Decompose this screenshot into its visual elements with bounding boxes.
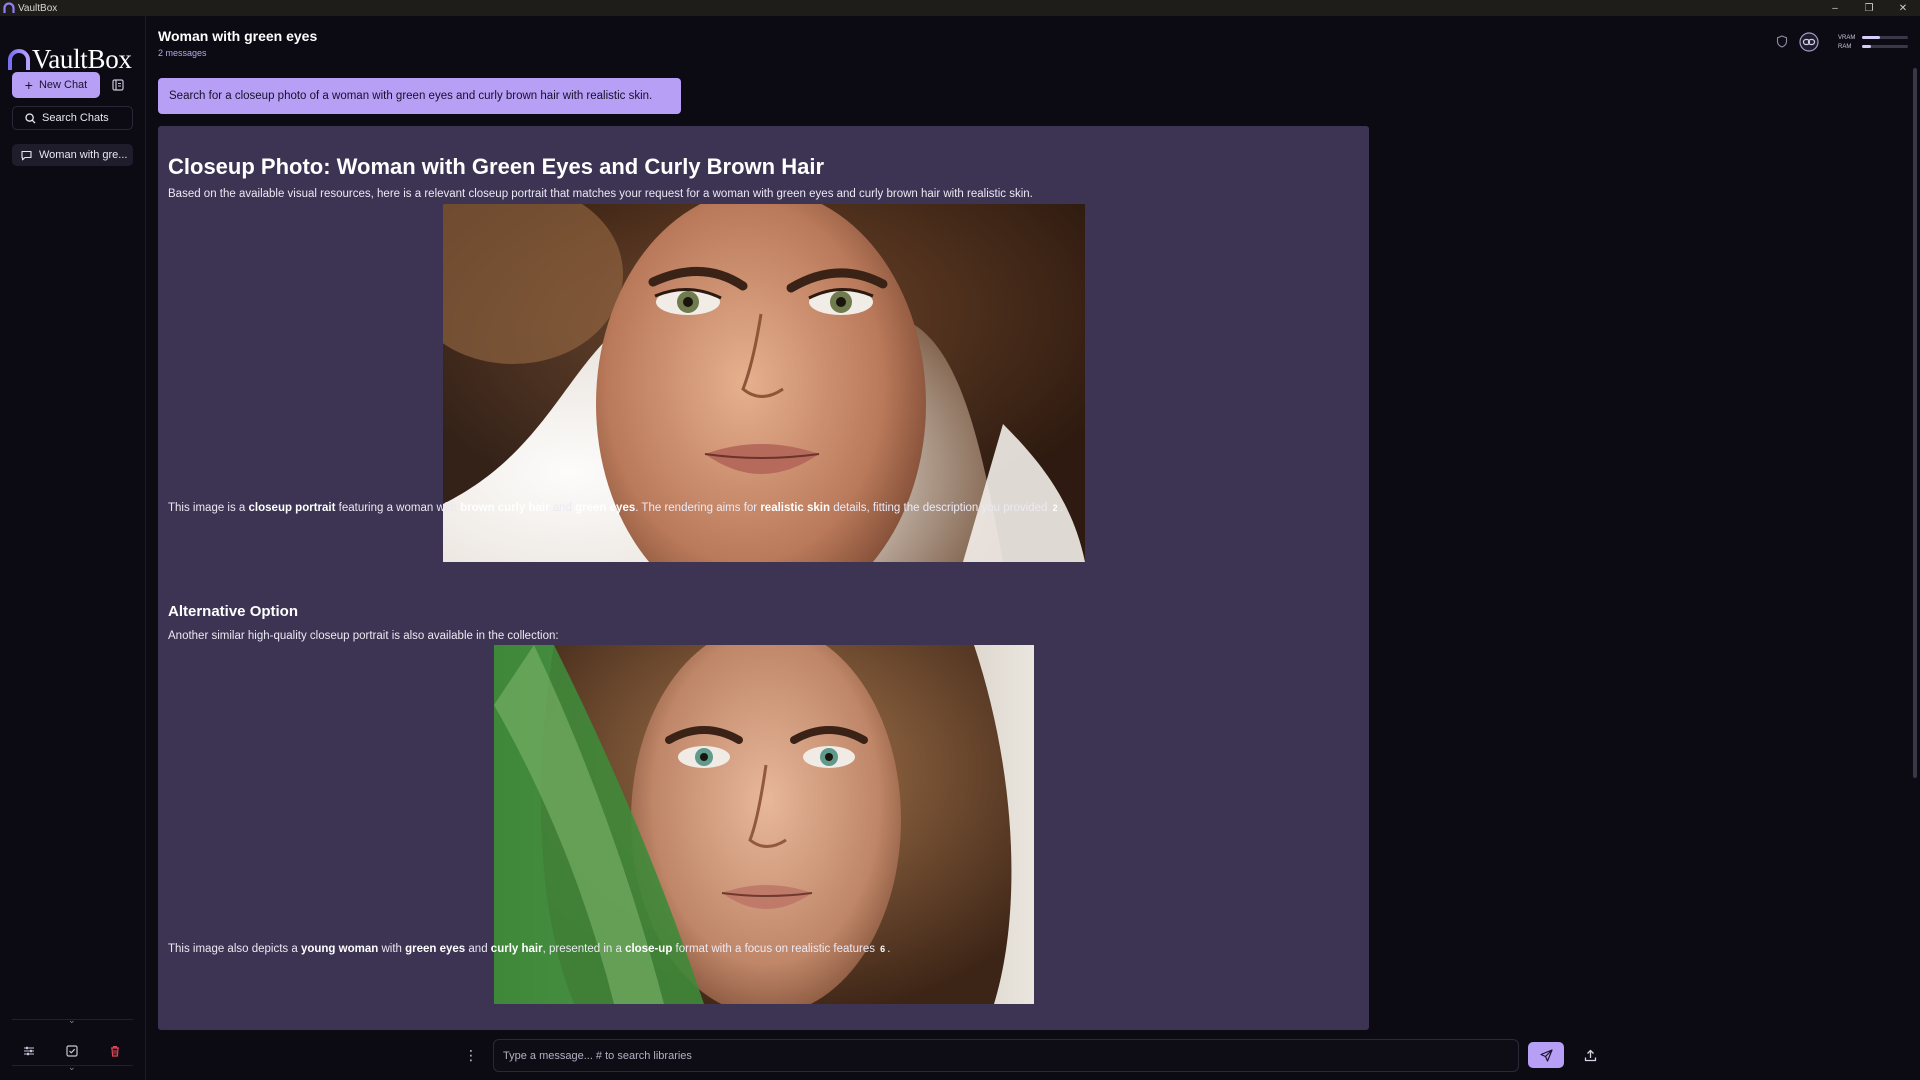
vram-meter: VRAM — [1838, 33, 1908, 42]
brand-logo: VaultBox — [7, 44, 132, 75]
sliders-icon[interactable] — [16, 1038, 42, 1064]
close-icon[interactable]: ✕ — [1886, 0, 1920, 16]
toggle-sidebar-icon[interactable] — [108, 75, 128, 95]
search-chats-button[interactable]: Search Chats — [12, 106, 133, 130]
logo-text: VaultBox — [32, 44, 132, 74]
photo-1-description: This image is a closeup portrait featuri… — [168, 502, 1063, 514]
citation-badge[interactable]: 2 — [1053, 503, 1058, 513]
trash-icon[interactable] — [102, 1038, 128, 1064]
assistant-message: Closeup Photo: Woman with Green Eyes and… — [158, 126, 1369, 1030]
response-title: Closeup Photo: Woman with Green Eyes and… — [168, 154, 825, 179]
search-chats-label: Search Chats — [42, 112, 109, 124]
new-chat-button[interactable]: + New Chat — [12, 72, 100, 98]
sidebar: VaultBox + New Chat Search Chats Woman w… — [0, 16, 146, 1080]
search-icon — [25, 112, 36, 123]
response-intro: Based on the available visual resources,… — [168, 188, 1033, 200]
vram-fill — [1862, 36, 1881, 39]
new-chat-label: New Chat — [38, 79, 88, 91]
paper-plane-icon — [1539, 1048, 1553, 1062]
plus-icon: + — [24, 77, 33, 93]
citation-badge[interactable]: 6 — [880, 944, 885, 954]
chat-scrollbar[interactable] — [1913, 68, 1917, 778]
link-icon[interactable] — [1799, 32, 1819, 52]
user-message: Search for a closeup photo of a woman wi… — [158, 78, 681, 114]
minimize-icon[interactable]: – — [1818, 0, 1852, 16]
chevron-down-icon[interactable]: ⌄ — [68, 1062, 76, 1073]
upload-icon[interactable] — [1580, 1045, 1600, 1065]
chat-item-label: Woman with gre... — [39, 149, 128, 161]
chat-list-item[interactable]: Woman with gre... — [12, 144, 133, 166]
resource-meters: VRAM RAM — [1838, 33, 1908, 51]
divider — [12, 1019, 133, 1020]
app-name: VaultBox — [18, 2, 58, 14]
vram-label: VRAM — [1838, 34, 1856, 41]
more-options-icon[interactable]: ⋮ — [464, 1047, 478, 1063]
section-heading: Alternative Option — [168, 603, 299, 620]
message-composer — [493, 1039, 1519, 1072]
chat-bubble-icon — [21, 150, 32, 160]
app-logo-icon — [3, 2, 15, 14]
photo-2-description: This image also depicts a young woman wi… — [168, 943, 891, 955]
alternative-intro: Another similar high-quality closeup por… — [168, 630, 559, 642]
message-input[interactable] — [503, 1049, 1518, 1062]
chat-title: Woman with green eyes — [158, 28, 318, 44]
checkbox-icon[interactable] — [59, 1038, 85, 1064]
shield-icon[interactable] — [1775, 34, 1789, 48]
window-titlebar: VaultBox – ❐ ✕ — [0, 0, 1920, 16]
ram-label: RAM — [1838, 43, 1852, 50]
vaultbox-arch-logo-icon — [8, 48, 30, 70]
message-count: 2 messages — [158, 48, 207, 58]
ram-fill — [1862, 45, 1872, 48]
send-button[interactable] — [1528, 1042, 1564, 1068]
chevron-up-icon[interactable]: ⌄ — [68, 1015, 76, 1026]
restore-icon[interactable]: ❐ — [1852, 0, 1886, 16]
ram-meter: RAM — [1838, 42, 1908, 51]
